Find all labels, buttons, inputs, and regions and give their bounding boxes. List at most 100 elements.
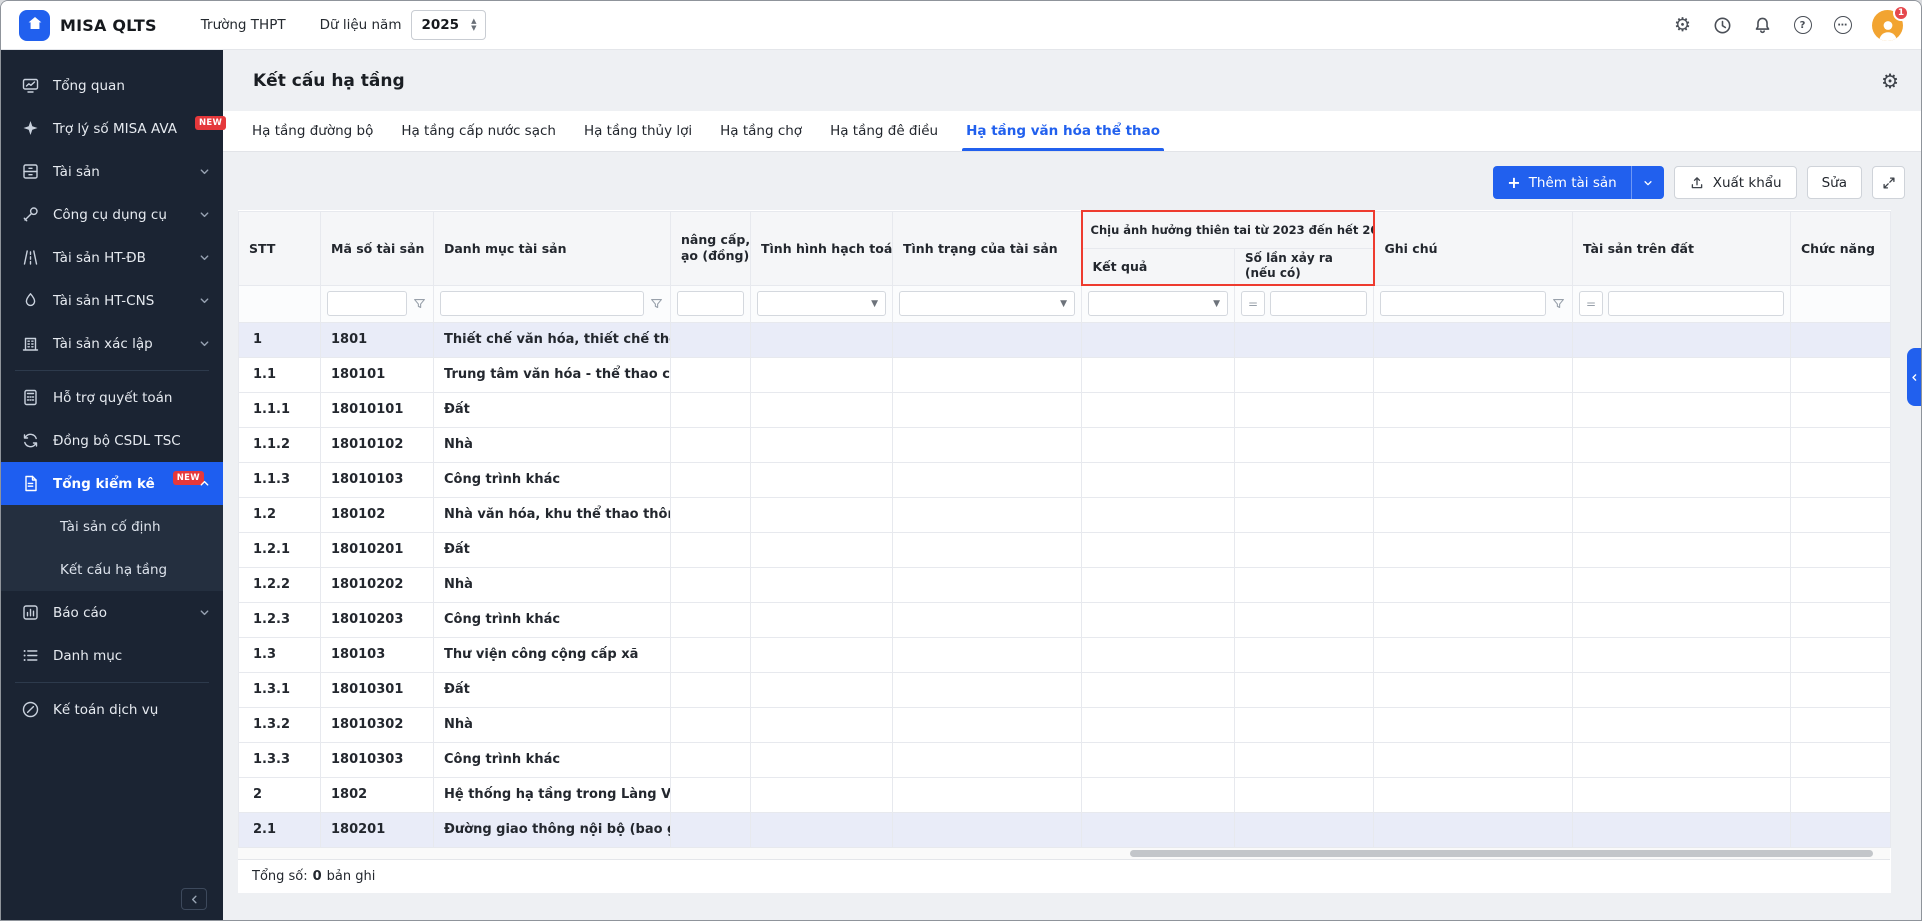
- filter-funnel-icon[interactable]: [1551, 296, 1566, 311]
- year-spinner[interactable]: 2025 ▲▼: [411, 10, 486, 40]
- filter-note-input[interactable]: [1380, 291, 1546, 316]
- sidebar-item-tai-san-ht-db[interactable]: Tài sản HT-ĐB: [1, 236, 223, 279]
- sidebar-item-ho-tro-quyet-toan[interactable]: Hỗ trợ quyết toán: [1, 376, 223, 419]
- more-options-icon[interactable]: ⋯: [1832, 15, 1853, 36]
- table-row[interactable]: 1.3.118010301Đất: [239, 672, 1891, 707]
- filter-category-input[interactable]: [440, 291, 644, 316]
- sidebar-item-dong-bo-csdl-tsc[interactable]: Đồng bộ CSDL TSC: [1, 419, 223, 462]
- help-icon[interactable]: ?: [1792, 15, 1813, 36]
- table-row[interactable]: 2.1180201Đường giao thông nội bộ (bao gồ…: [239, 812, 1891, 847]
- col-header-accounting[interactable]: Tình hình hạch toán: [751, 211, 893, 285]
- table-settings-gear-icon[interactable]: ⚙: [1881, 69, 1899, 93]
- sidebar-item-ke-toan-dich-vu[interactable]: Kế toán dịch vụ: [1, 688, 223, 731]
- user-avatar[interactable]: 1: [1872, 10, 1903, 41]
- upgrade-cost-cell: [671, 672, 751, 707]
- sidebar-item-cong-cu-dung-cu[interactable]: Công cụ dụng cụ: [1, 193, 223, 236]
- sidebar-item-danh-muc[interactable]: Danh mục: [1, 634, 223, 677]
- filter-funnel-icon[interactable]: [649, 296, 664, 311]
- sidebar-item-tai-san-ht-cns[interactable]: Tài sản HT-CNS: [1, 279, 223, 322]
- col-header-note[interactable]: Ghi chú: [1374, 211, 1573, 285]
- scrollbar-thumb[interactable]: [1130, 850, 1873, 857]
- table-row[interactable]: 1.2.218010202Nhà: [239, 567, 1891, 602]
- table-row[interactable]: 1.2.118010201Đất: [239, 532, 1891, 567]
- col-header-actions[interactable]: Chức năng: [1791, 211, 1891, 285]
- equals-operator[interactable]: =: [1579, 291, 1603, 316]
- filter-upgrade-cost-input[interactable]: [677, 291, 744, 316]
- horizontal-scrollbar[interactable]: [238, 848, 1890, 859]
- col-header-category[interactable]: Danh mục tài sản: [434, 211, 671, 285]
- table-row[interactable]: 1.3.318010303Công trình khác: [239, 742, 1891, 777]
- sidebar-collapse-button[interactable]: [181, 888, 207, 910]
- col-header-stt[interactable]: STT: [239, 211, 321, 285]
- col-header-land-asset[interactable]: Tài sản trên đất: [1573, 211, 1791, 285]
- spinner-arrows-icon[interactable]: ▲▼: [471, 18, 476, 32]
- filter-disaster-count-input[interactable]: [1270, 291, 1367, 316]
- tab-ha-tang-van-hoa-the-thao[interactable]: Hạ tầng văn hóa thể thao: [952, 111, 1174, 151]
- table-row[interactable]: 1.1180101Trung tâm văn hóa - thể thao cấ…: [239, 357, 1891, 392]
- filter-disaster-result-select[interactable]: ▼: [1088, 291, 1228, 316]
- col-header-disaster-count[interactable]: Số lần xảy ra (nếu có): [1235, 248, 1374, 285]
- col-header-upgrade-cost[interactable]: nâng cấp, ạo (đồng): [671, 211, 751, 285]
- col-header-code[interactable]: Mã số tài sản: [321, 211, 434, 285]
- tab-ha-tang-cho[interactable]: Hạ tầng chợ: [706, 111, 816, 151]
- filter-status-select[interactable]: ▼: [899, 291, 1075, 316]
- sidebar-item-label: Danh mục: [53, 648, 122, 664]
- filter-accounting-select[interactable]: ▼: [757, 291, 886, 316]
- fullscreen-button[interactable]: [1872, 166, 1905, 199]
- note-cell: [1374, 777, 1573, 812]
- stt-cell: 1.3.1: [239, 672, 321, 707]
- upgrade-cost-cell: [671, 497, 751, 532]
- misa-logo[interactable]: [19, 10, 50, 41]
- col-header-status[interactable]: Tình trạng của tài sản: [893, 211, 1082, 285]
- add-asset-split-button[interactable]: + Thêm tài sản: [1493, 166, 1663, 199]
- accounting-cell: [751, 427, 893, 462]
- sidebar-item-tro-ly-ava[interactable]: Trợ lý số MISA AVA NEW: [1, 107, 223, 150]
- sidebar-item-tai-san-xac-lap[interactable]: Tài sản xác lập: [1, 322, 223, 365]
- table-row[interactable]: 1.2180102Nhà văn hóa, khu thể thao thôn …: [239, 497, 1891, 532]
- tab-ha-tang-duong-bo[interactable]: Hạ tầng đường bộ: [238, 111, 387, 151]
- col-header-disaster-group[interactable]: Chịu ảnh hưởng thiên tai từ 2023 đến hết…: [1082, 211, 1374, 248]
- sidebar-subitem-tai-san-co-dinh[interactable]: Tài sản cố định: [1, 505, 223, 548]
- sidebar-subitem-ket-cau-ha-tang[interactable]: Kết cấu hạ tầng: [1, 548, 223, 591]
- status-cell: [893, 742, 1082, 777]
- table-row[interactable]: 1.1.318010103Công trình khác: [239, 462, 1891, 497]
- stt-cell: 1.2.3: [239, 602, 321, 637]
- sidebar-item-label: Tài sản HT-ĐB: [53, 250, 146, 266]
- export-button[interactable]: Xuất khẩu: [1674, 166, 1797, 199]
- toolbar: + Thêm tài sản Xuất khẩu Sửa: [238, 166, 1905, 199]
- tab-ha-tang-thuy-loi[interactable]: Hạ tầng thủy lợi: [570, 111, 706, 151]
- topbar-actions: ⚙ ? ⋯ 1: [1672, 10, 1903, 41]
- disaster-result-cell: [1082, 392, 1235, 427]
- table-row[interactable]: 1.3.218010302Nhà: [239, 707, 1891, 742]
- tab-ha-tang-cap-nuoc-sach[interactable]: Hạ tầng cấp nước sạch: [387, 111, 570, 151]
- table-row[interactable]: 1.1.218010102Nhà: [239, 427, 1891, 462]
- filter-funnel-icon[interactable]: [412, 296, 427, 311]
- note-cell: [1374, 462, 1573, 497]
- action-cell: [1791, 812, 1891, 847]
- filter-land-asset-input[interactable]: [1608, 291, 1784, 316]
- history-clock-icon[interactable]: [1712, 15, 1733, 36]
- table-row[interactable]: 21802Hệ thống hạ tầng trong Làng Văn hóa…: [239, 777, 1891, 812]
- sidebar-item-tong-kiem-ke[interactable]: Tổng kiểm kê NEW: [1, 462, 223, 505]
- add-asset-dropdown-caret[interactable]: [1631, 166, 1664, 199]
- sidebar-item-tong-quan[interactable]: Tổng quan: [1, 64, 223, 107]
- sidebar-item-label: Đồng bộ CSDL TSC: [53, 433, 181, 449]
- table-row[interactable]: 1.2.318010203Công trình khác: [239, 602, 1891, 637]
- disaster-count-cell: [1235, 322, 1374, 357]
- table-row[interactable]: 11801Thiết chế văn hóa, thiết chế thể th…: [239, 322, 1891, 357]
- table-row[interactable]: 1.3180103Thư viện công cộng cấp xã: [239, 637, 1891, 672]
- settings-gear-icon[interactable]: ⚙: [1672, 15, 1693, 36]
- tab-ha-tang-de-dieu[interactable]: Hạ tầng đê điều: [816, 111, 952, 151]
- equals-operator[interactable]: =: [1241, 291, 1265, 316]
- road-icon: [21, 248, 40, 267]
- notifications-bell-icon[interactable]: [1752, 15, 1773, 36]
- sidebar-item-tai-san[interactable]: Tài sản: [1, 150, 223, 193]
- note-cell: [1374, 392, 1573, 427]
- infrastructure-table: STT Mã số tài sản Danh mục tài sản nâng …: [238, 210, 1891, 848]
- filter-code-input[interactable]: [327, 291, 407, 316]
- right-panel-toggle[interactable]: [1907, 348, 1921, 406]
- sidebar-item-bao-cao[interactable]: Báo cáo: [1, 591, 223, 634]
- col-header-disaster-result[interactable]: Kết quả: [1082, 248, 1235, 285]
- edit-button[interactable]: Sửa: [1807, 166, 1862, 199]
- table-row[interactable]: 1.1.118010101Đất: [239, 392, 1891, 427]
